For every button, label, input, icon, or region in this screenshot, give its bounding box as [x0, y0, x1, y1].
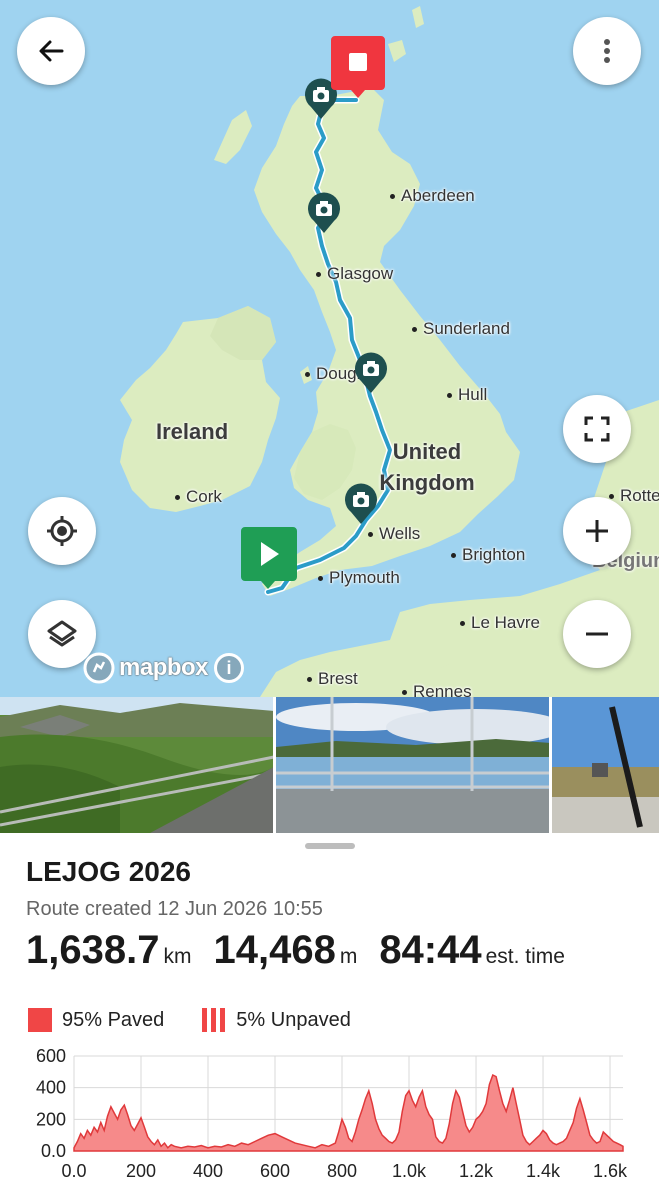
- city-wells: Wells: [368, 524, 420, 544]
- photo-signpost-image: [551, 697, 659, 833]
- minus-icon: [586, 632, 608, 636]
- zoom-out-button[interactable]: [563, 600, 631, 668]
- zoom-in-button[interactable]: [563, 497, 631, 565]
- x-tick-label: 1.6k: [593, 1161, 628, 1181]
- land-shetland: [412, 6, 424, 28]
- mapbox-logo-icon: [83, 652, 115, 684]
- arrow-left-icon: [39, 40, 64, 62]
- more-vert-icon: [604, 39, 610, 63]
- x-tick-label: 1.4k: [526, 1161, 561, 1181]
- x-tick-label: 0.0: [61, 1161, 86, 1181]
- locate-button[interactable]: [28, 497, 96, 565]
- my-location-icon: [47, 516, 77, 546]
- elevation-unit: m: [339, 945, 358, 968]
- plus-icon: [586, 520, 608, 542]
- time-value: 84:44: [379, 928, 482, 972]
- city-brighton: Brighton: [451, 545, 525, 565]
- photo-valley-image: [0, 697, 273, 833]
- x-tick-label: 1.2k: [459, 1161, 494, 1181]
- photo-strip[interactable]: [0, 697, 659, 833]
- elevation-value: 14,468: [213, 928, 336, 972]
- route-stats: 1,638.7 km 14,468 m 84:44 est. time: [26, 928, 587, 973]
- photo-bridge-image: [275, 697, 549, 833]
- paved-swatch: [28, 1008, 52, 1032]
- sheet-drag-handle[interactable]: [305, 843, 355, 849]
- land-great-britain: [254, 88, 520, 596]
- route-photo[interactable]: [275, 697, 549, 833]
- camera-pin-4[interactable]: [343, 483, 379, 525]
- route-title: LEJOG 2026: [26, 856, 191, 887]
- fullscreen-icon: [584, 416, 610, 442]
- info-icon[interactable]: i: [214, 653, 245, 683]
- unpaved-swatch: [202, 1008, 227, 1032]
- elevation-chart[interactable]: 0.0 200 400 600 0.0 200 400 600 800 1.0k 1.2k 1.4k 1…: [0, 1040, 659, 1200]
- start-marker[interactable]: [241, 527, 297, 589]
- y-tick-label: 600: [36, 1046, 66, 1066]
- x-tick-label: 600: [260, 1161, 290, 1181]
- more-options-button[interactable]: [573, 17, 641, 85]
- y-tick-label: 400: [36, 1078, 66, 1098]
- city-le-havre: Le Havre: [460, 613, 540, 633]
- distance-value: 1,638.7: [26, 928, 160, 972]
- finish-marker[interactable]: [331, 36, 385, 98]
- paved-label: 95% Paved: [62, 1008, 165, 1031]
- camera-pin-3[interactable]: [353, 352, 389, 394]
- city-hull: Hull: [447, 385, 487, 405]
- country-united-kingdom: United Kingdom: [379, 439, 475, 495]
- x-tick-label: 1.0k: [392, 1161, 427, 1181]
- city-plymouth: Plymouth: [318, 568, 400, 588]
- city-cork: Cork: [175, 487, 222, 507]
- country-ireland: Ireland: [156, 419, 229, 444]
- route-photo[interactable]: [0, 697, 273, 833]
- unpaved-label: 5% Unpaved: [236, 1008, 351, 1031]
- back-button[interactable]: [17, 17, 85, 85]
- x-tick-label: 400: [193, 1161, 223, 1181]
- camera-pin-2[interactable]: [306, 192, 342, 234]
- fullscreen-button[interactable]: [563, 395, 631, 463]
- city-aberdeen: Aberdeen: [390, 186, 475, 206]
- route-created-date: Route created 12 Jun 2026 10:55: [26, 898, 323, 920]
- city-glasgow: Glasgow: [316, 264, 393, 284]
- mapbox-attribution[interactable]: mapbox i: [83, 652, 245, 684]
- surface-legend: 95% Paved 5% Unpaved: [28, 1008, 351, 1032]
- y-tick-label: 200: [36, 1109, 66, 1129]
- y-tick-label: 0.0: [41, 1141, 66, 1161]
- time-unit: est. time: [485, 945, 565, 968]
- land-orkney: [388, 40, 406, 62]
- city-brest: Brest: [307, 669, 358, 689]
- layers-icon: [47, 620, 77, 647]
- x-tick-label: 800: [327, 1161, 357, 1181]
- route-map[interactable]: Aberdeen Glasgow Sunderland Douglas Hull…: [0, 0, 659, 697]
- mapbox-wordmark: mapbox: [119, 654, 209, 681]
- elevation-area: [73, 1073, 624, 1152]
- x-tick-label: 200: [126, 1161, 156, 1181]
- city-sunderland: Sunderland: [412, 319, 510, 339]
- land-hebrides: [214, 110, 252, 164]
- city-rennes: Rennes: [402, 682, 472, 697]
- route-photo[interactable]: [551, 697, 659, 833]
- distance-unit: km: [163, 945, 192, 968]
